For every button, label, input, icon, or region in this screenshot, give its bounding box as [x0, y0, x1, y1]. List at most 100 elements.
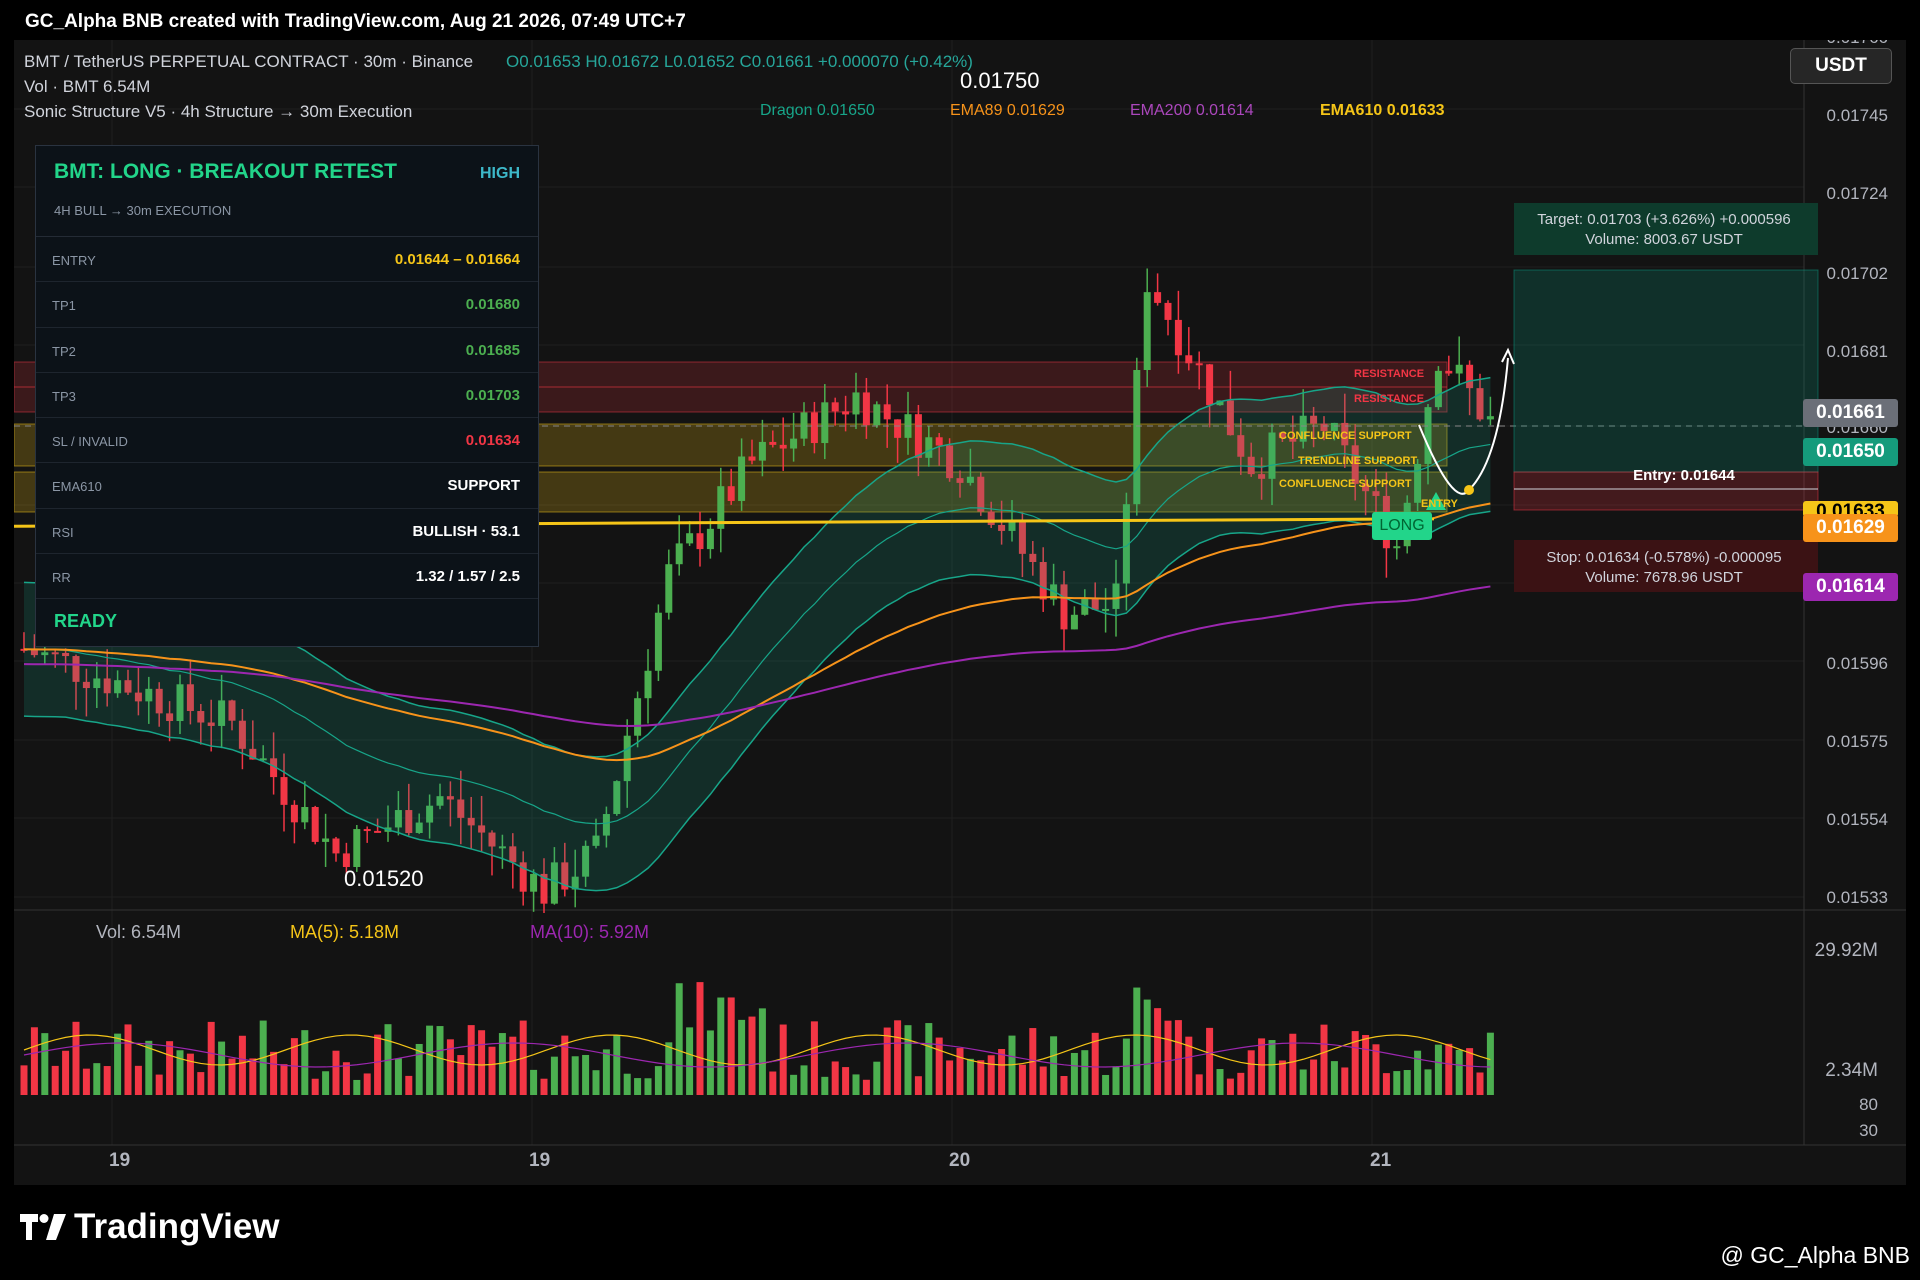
- volume-bar: [582, 1054, 590, 1095]
- volume-bar: [1414, 1050, 1422, 1095]
- volume-bar: [1382, 1073, 1390, 1095]
- candle-body: [790, 438, 798, 449]
- entry-point-marker: [1464, 485, 1474, 495]
- volume-bar: [592, 1070, 600, 1095]
- candle-body: [634, 698, 642, 736]
- date-axis-label: 21: [1370, 1150, 1392, 1171]
- volume-bar: [1195, 1074, 1203, 1095]
- volume-bar: [1434, 1044, 1442, 1095]
- candle-body: [1174, 319, 1182, 356]
- price-axis-label: 0.01702: [1826, 264, 1888, 283]
- volume-bar: [956, 1048, 964, 1095]
- footer-bar: TradingView @ GC_Alpha BNB: [0, 1185, 1920, 1280]
- signal-row-value: 0.01703: [465, 386, 520, 404]
- signal-row-tp2: TP2 0.01685: [36, 328, 538, 373]
- volume-bar: [852, 1074, 860, 1095]
- tradingview-logo-icon: [20, 1214, 66, 1240]
- vol-value: Vol: 6.54M: [96, 922, 182, 942]
- signal-row-rr: RR 1.32 / 1.57 / 2.5: [36, 554, 538, 600]
- volume-bar: [883, 1027, 891, 1095]
- ma5-value: MA(5): 5.18M: [290, 922, 400, 942]
- volume-bar: [478, 1030, 486, 1095]
- ema610-legend: EMA610 0.01633: [1320, 102, 1445, 119]
- volume-bar: [20, 1065, 28, 1095]
- candle-body: [1154, 292, 1162, 303]
- price-axis-label: 0.01766: [1827, 40, 1888, 48]
- low-marker: 0.01520: [344, 866, 424, 891]
- signal-subtitle: 4H BULL → 30m EXECUTION: [54, 203, 232, 218]
- volume-bar: [831, 1061, 839, 1095]
- confluence-support-label: CONFLUENCE SUPPORT: [1279, 430, 1412, 442]
- volume-legend-title[interactable]: Vol · BMT 6.54M: [24, 77, 150, 97]
- volume-bar: [1102, 1074, 1110, 1095]
- volume-bar: [488, 1046, 496, 1095]
- volume-bar: [62, 1050, 70, 1095]
- volume-bar: [1403, 1070, 1411, 1095]
- target-volume-label: Volume: 8003.67 USDT: [1585, 231, 1743, 248]
- candle-body: [852, 392, 860, 415]
- signal-row-key: TP3: [52, 388, 76, 404]
- candle-body: [363, 829, 371, 832]
- indicator-legend[interactable]: Sonic Structure V5 · 4h Structure → 30m …: [24, 102, 412, 122]
- target-label: Target: 0.01703 (+3.626%) +0.000596: [1537, 211, 1791, 228]
- volume-bar: [946, 1060, 954, 1095]
- candle-body: [665, 564, 673, 613]
- volume-bar: [467, 1025, 475, 1095]
- volume-bar: [176, 1050, 184, 1095]
- volume-bar: [1143, 999, 1151, 1095]
- ohlc-legend: O0.01653 H0.01672 L0.01652 C0.01661 +0.0…: [506, 52, 973, 71]
- candle-body: [748, 456, 756, 461]
- volume-bar: [1070, 1052, 1078, 1095]
- volume-bar: [280, 1064, 288, 1095]
- volume-bar: [748, 1016, 756, 1095]
- volume-bar: [1299, 1069, 1307, 1095]
- symbol-legend[interactable]: BMT / TetherUS PERPETUAL CONTRACT · 30m …: [24, 52, 473, 72]
- volume-bar: [613, 1035, 621, 1095]
- volume-bar: [1164, 1020, 1172, 1095]
- signal-row-tp3: TP3 0.01703: [36, 373, 538, 419]
- resistance-label: RESISTANCE: [1354, 368, 1425, 380]
- currency-button[interactable]: USDT: [1790, 48, 1892, 84]
- volume-bar: [322, 1071, 330, 1095]
- volume-bar: [1060, 1075, 1068, 1095]
- last-price-tag: 0.01661: [1803, 399, 1898, 427]
- volume-bar: [51, 1065, 59, 1095]
- volume-bar: [1455, 1049, 1463, 1095]
- stop-volume-label: Volume: 7678.96 USDT: [1585, 569, 1743, 586]
- volume-bar: [405, 1075, 413, 1095]
- volume-bar: [987, 1055, 995, 1095]
- signal-row-rsi: RSI BULLISH · 53.1: [36, 509, 538, 555]
- signal-row-value: 0.01680: [465, 296, 520, 314]
- volume-bar: [155, 1074, 163, 1095]
- candle-body: [1393, 546, 1401, 549]
- volume-bar: [82, 1068, 90, 1095]
- candle-body: [332, 838, 340, 854]
- volume-bar: [218, 1041, 226, 1095]
- signal-row-key: RR: [52, 570, 71, 586]
- candle-body: [873, 404, 881, 426]
- candle-body: [686, 533, 694, 544]
- volume-bar: [550, 1056, 558, 1095]
- ema200-price-tag: 0.01614: [1803, 573, 1898, 601]
- candle-body: [935, 437, 943, 446]
- candle-body: [1206, 364, 1214, 406]
- volume-bar: [436, 1026, 444, 1095]
- volume-bar: [207, 1021, 215, 1095]
- candle-body: [1070, 614, 1078, 630]
- chart-area[interactable]: BMT / TetherUS PERPETUAL CONTRACT · 30m …: [14, 40, 1906, 1185]
- volume-bar: [769, 1071, 777, 1095]
- volume-bar: [644, 1078, 652, 1095]
- price-axis-label: 0.01554: [1826, 810, 1888, 829]
- signal-title: BMT: LONG · BREAKOUT RETEST: [54, 160, 397, 183]
- long-badge: LONG: [1372, 512, 1432, 540]
- target-zone: [1513, 269, 1819, 473]
- dragon-price-tag: 0.01650: [1803, 438, 1898, 466]
- volume-bar: [654, 1066, 662, 1095]
- trendline-support-label: TRENDLINE SUPPORT: [1298, 455, 1418, 467]
- volume-bar: [998, 1049, 1006, 1095]
- signal-row-key: SL / INVALID: [52, 434, 128, 450]
- signal-row-key: EMA610: [52, 479, 102, 495]
- volume-bar: [1112, 1066, 1120, 1095]
- signal-row-value: 1.32 / 1.57 / 2.5: [415, 568, 520, 586]
- volume-bar: [1154, 1008, 1162, 1095]
